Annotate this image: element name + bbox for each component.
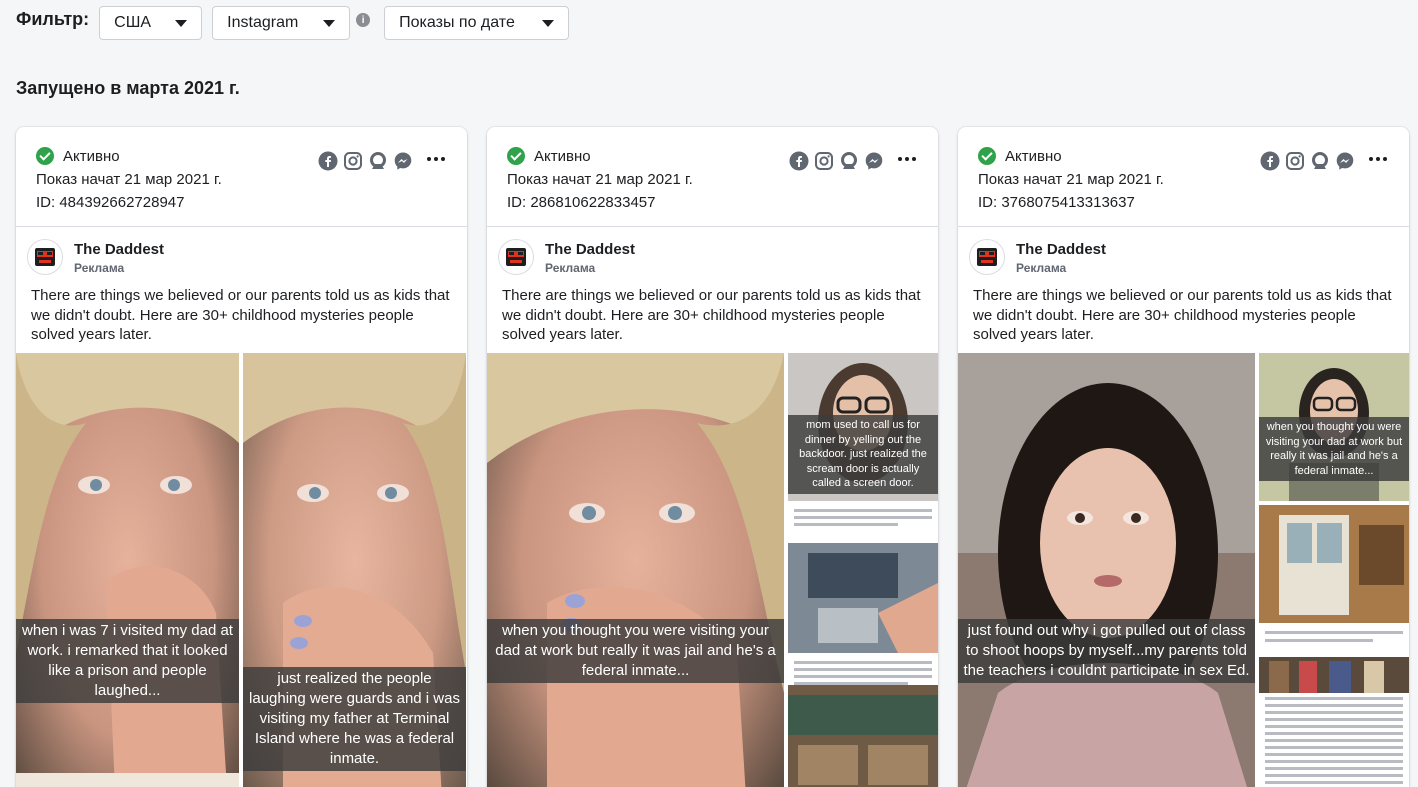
platform-dropdown[interactable]: Instagram: [212, 6, 351, 40]
sponsored-label: Реклама: [545, 261, 596, 275]
chevron-down-icon: [323, 19, 336, 27]
ad-body-text: There are things we believed or our pare…: [973, 287, 1392, 343]
daddest-logo-icon: [977, 248, 997, 266]
check-circle-icon: [507, 147, 525, 165]
advertiser: The Daddest Реклама: [958, 227, 1409, 279]
check-circle-icon: [978, 147, 996, 165]
status-text: Активно: [1005, 147, 1062, 165]
country-dropdown[interactable]: США: [99, 6, 203, 40]
start-date: Показ начат 21 мар 2021 г.: [978, 171, 1164, 188]
ad-body-text: There are things we believed or our pare…: [31, 287, 450, 343]
ad-photo-3: [1259, 505, 1409, 653]
platform-icons: [318, 151, 413, 171]
more-options-icon[interactable]: [427, 157, 445, 161]
advertiser: The Daddest Реклама: [487, 227, 938, 279]
facebook-icon: [1260, 151, 1280, 171]
ad-photo-2: mom used to call us for dinner by yellin…: [788, 353, 938, 501]
audience-network-icon: [370, 152, 386, 169]
more-options-icon[interactable]: [898, 157, 916, 161]
photo-caption: when you thought you were visiting your …: [487, 619, 784, 683]
info-icon[interactable]: i: [356, 13, 371, 27]
filter-bar: Фильтр: США Instagram i Показы по дате: [16, 6, 570, 40]
sort-dropdown[interactable]: Показы по дате: [384, 6, 570, 40]
ad-id: ID: 286810622833457: [507, 194, 656, 211]
photo-caption: just realized the people laughing were g…: [243, 667, 466, 771]
ad-body-text: There are things we believed or our pare…: [502, 287, 921, 343]
status-text: Активно: [534, 147, 591, 165]
start-date: Показ начат 21 мар 2021 г.: [507, 171, 693, 188]
advertiser-avatar[interactable]: [498, 239, 534, 275]
ad-media[interactable]: when you thought you were visiting your …: [487, 353, 938, 787]
audience-network-icon: [841, 152, 857, 169]
ad-photo-1: when you thought you were visiting your …: [487, 353, 784, 787]
photo-caption: mom used to call us for dinner by yellin…: [788, 415, 938, 494]
country-dropdown-value: США: [114, 14, 152, 31]
platform-icons: [1260, 151, 1355, 171]
sponsored-label: Реклама: [74, 261, 125, 275]
facebook-icon: [789, 151, 809, 171]
advertiser-avatar[interactable]: [27, 239, 63, 275]
advertiser-name[interactable]: The Daddest: [545, 241, 635, 258]
instagram-icon: [815, 152, 833, 170]
ad-card-2: Активно Показ начат 21 мар 2021 г. ID: 2…: [487, 127, 938, 787]
daddest-logo-icon: [35, 248, 55, 266]
ad-id: ID: 484392662728947: [36, 194, 185, 211]
chevron-down-icon: [175, 19, 188, 27]
ad-id: ID: 3768075413313637: [978, 194, 1135, 211]
advertiser: The Daddest Реклама: [16, 227, 467, 279]
sort-dropdown-value: Показы по дате: [399, 14, 515, 31]
ad-photo-4: [1259, 657, 1409, 787]
ad-media[interactable]: when i was 7 i visited my dad at work. i…: [16, 353, 467, 787]
instagram-icon: [1286, 152, 1304, 170]
photo-caption: when i was 7 i visited my dad at work. i…: [16, 619, 239, 703]
check-circle-icon: [36, 147, 54, 165]
messenger-icon: [1336, 152, 1354, 170]
messenger-icon: [394, 152, 412, 170]
ad-photo-2: just realized the people laughing were g…: [243, 353, 466, 787]
advertiser-name[interactable]: The Daddest: [74, 241, 164, 258]
photo-caption: when you thought you were visiting your …: [1259, 417, 1409, 481]
audience-network-icon: [1312, 152, 1328, 169]
messenger-icon: [865, 152, 883, 170]
photo-caption: just found out why i got pulled out of c…: [958, 619, 1255, 683]
facebook-icon: [318, 151, 338, 171]
more-options-icon[interactable]: [1369, 157, 1387, 161]
advertiser-name[interactable]: The Daddest: [1016, 241, 1106, 258]
advertiser-avatar[interactable]: [969, 239, 1005, 275]
status-text: Активно: [63, 147, 120, 165]
card-header: Активно Показ начат 21 мар 2021 г. ID: 4…: [16, 127, 467, 227]
daddest-logo-icon: [506, 248, 526, 266]
ad-card-1: Активно Показ начат 21 мар 2021 г. ID: 4…: [16, 127, 467, 787]
ad-photo-4: [788, 657, 938, 787]
instagram-icon: [344, 152, 362, 170]
start-date: Показ начат 21 мар 2021 г.: [36, 171, 222, 188]
chevron-down-icon: [542, 19, 555, 27]
section-title: Запущено в марта 2021 г.: [16, 78, 240, 98]
ad-photo-1: when i was 7 i visited my dad at work. i…: [16, 353, 239, 787]
ad-photo-3: [788, 505, 938, 653]
ad-media[interactable]: just found out why i got pulled out of c…: [958, 353, 1409, 787]
card-header: Активно Показ начат 21 мар 2021 г. ID: 3…: [958, 127, 1409, 227]
platform-dropdown-value: Instagram: [227, 14, 299, 31]
ad-card-3: Активно Показ начат 21 мар 2021 г. ID: 3…: [958, 127, 1409, 787]
sponsored-label: Реклама: [1016, 261, 1067, 275]
card-header: Активно Показ начат 21 мар 2021 г. ID: 2…: [487, 127, 938, 227]
platform-icons: [789, 151, 884, 171]
ad-photo-1: just found out why i got pulled out of c…: [958, 353, 1255, 787]
ad-photo-2: when you thought you were visiting your …: [1259, 353, 1409, 501]
filter-label: Фильтр:: [16, 8, 90, 29]
